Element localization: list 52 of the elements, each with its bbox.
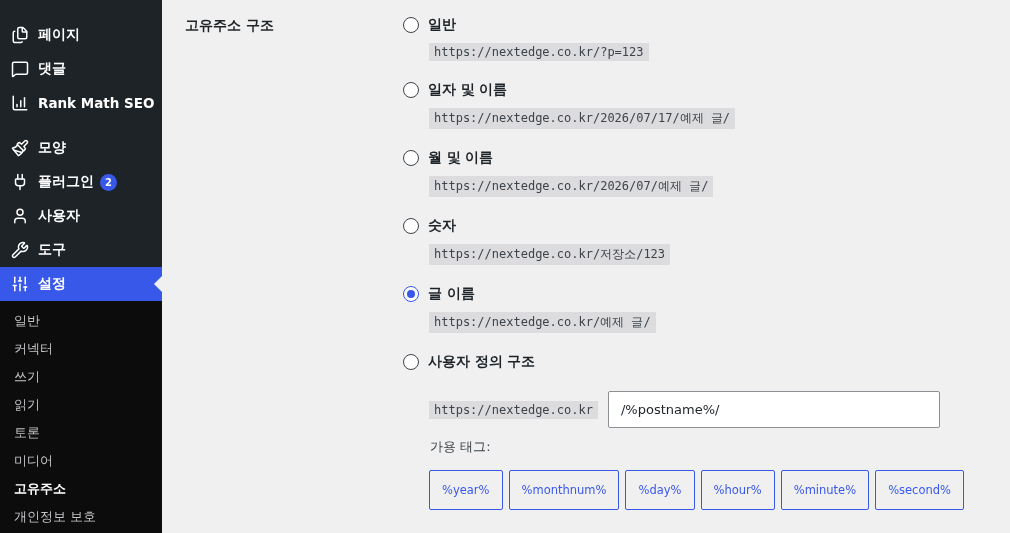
wrench-icon xyxy=(11,241,29,259)
paintbrush-icon xyxy=(11,139,29,157)
tag-button[interactable]: %hour% xyxy=(700,470,775,510)
url-prefix: https://nextedge.co.kr xyxy=(429,400,598,419)
option-label: 일반 xyxy=(428,16,456,34)
pages-icon xyxy=(11,26,29,44)
sidebar-menu-item[interactable]: 사용자 xyxy=(0,199,162,233)
tag-button[interactable]: %minute% xyxy=(780,470,870,510)
tag-button[interactable]: %day% xyxy=(625,470,695,510)
bar-chart-icon xyxy=(11,94,29,112)
active-pointer-icon xyxy=(154,276,162,292)
submenu-item[interactable]: 일반 xyxy=(0,307,162,335)
radio-button[interactable] xyxy=(403,82,419,98)
radio-button[interactable] xyxy=(403,150,419,166)
url-example: https://nextedge.co.kr/저장소/123 xyxy=(429,244,671,265)
submenu-item[interactable]: 커넥터 xyxy=(0,335,162,363)
structure-input-field[interactable]: /%postname%/ xyxy=(607,391,940,428)
sidebar-menu-item[interactable]: Rank Math SEO xyxy=(0,86,162,120)
submenu-item[interactable]: 고유주소 xyxy=(0,475,162,503)
radio-button[interactable] xyxy=(403,354,419,370)
radio-button[interactable] xyxy=(403,17,419,33)
submenu-item[interactable]: 쓰기 xyxy=(0,363,162,391)
tag-button[interactable]: %monthnum% xyxy=(508,470,620,510)
url-example: https://nextedge.co.kr/2026/07/예제 글/ xyxy=(429,176,714,197)
submenu-item[interactable]: 읽기 xyxy=(0,391,162,419)
user-icon xyxy=(11,207,29,225)
option-label: 일자 및 이름 xyxy=(428,81,508,99)
url-example: https://nextedge.co.kr/예제 글/ xyxy=(429,312,656,333)
speech-bubble-icon xyxy=(11,60,29,78)
available-tags-label: 가용 태그: xyxy=(430,438,492,456)
radio-button[interactable] xyxy=(403,218,419,234)
sidebar-menu-item[interactable]: 플러그인 2 xyxy=(0,165,162,199)
sidebar-menu-item[interactable]: 페이지 xyxy=(0,18,162,52)
sidebar-menu-item[interactable]: 모양 xyxy=(0,131,162,165)
option-label: 월 및 이름 xyxy=(428,149,494,167)
submenu-item[interactable]: 토론 xyxy=(0,419,162,447)
update-count-badge: 2 xyxy=(100,173,117,191)
radio-button[interactable] xyxy=(403,286,419,302)
setting-label: 고유주소 구조 xyxy=(185,16,275,35)
sidebar-menu-item[interactable]: 설정 xyxy=(0,267,162,301)
option-label: 숫자 xyxy=(428,217,456,235)
tag-button[interactable]: %year% xyxy=(429,470,503,510)
sidebar-menu-item[interactable]: 도구 xyxy=(0,233,162,267)
url-example: https://nextedge.co.kr/2026/07/17/예제 글/ xyxy=(429,108,736,129)
option-label: 글 이름 xyxy=(428,285,475,303)
sliders-icon xyxy=(11,275,29,293)
submenu-item[interactable]: 미디어 xyxy=(0,447,162,475)
option-label: 사용자 정의 구조 xyxy=(428,353,536,371)
tag-button[interactable]: %second% xyxy=(875,470,964,510)
sidebar-menu-item[interactable]: 댓글 xyxy=(0,52,162,86)
submenu-item[interactable]: 개인정보 보호 xyxy=(0,503,162,531)
url-example: https://nextedge.co.kr/?p=123 xyxy=(429,43,649,61)
